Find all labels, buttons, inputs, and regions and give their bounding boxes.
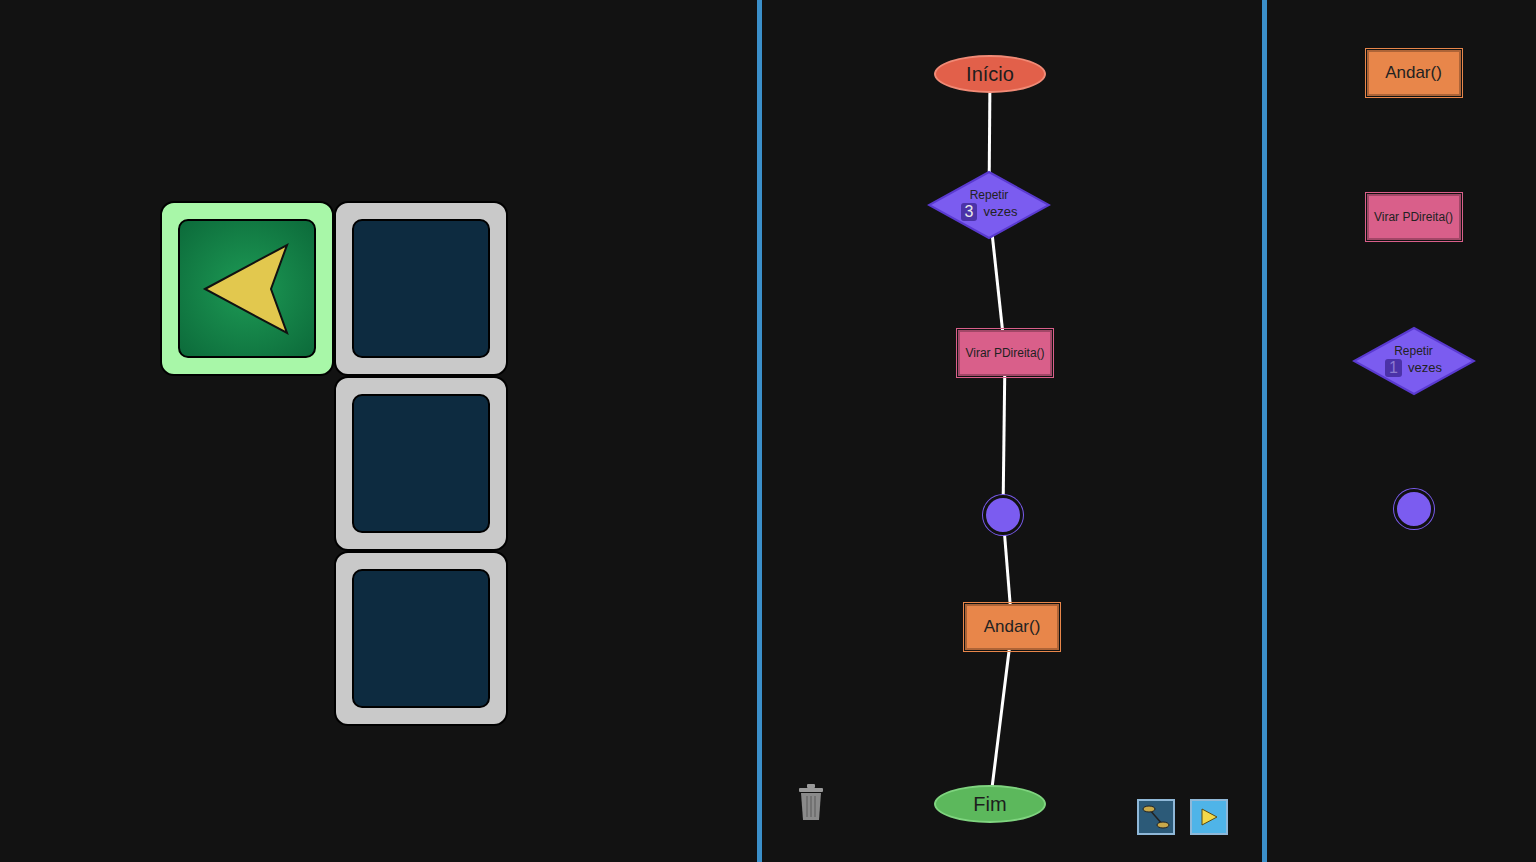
repeat-unit: vezes: [1408, 360, 1442, 375]
action-block[interactable]: Virar PDireita(): [1367, 194, 1461, 240]
repeat-label: Repetir: [970, 189, 1009, 202]
end-node: Fim: [934, 785, 1046, 823]
action-block[interactable]: Andar(): [965, 604, 1059, 650]
flowchart-icon: [1141, 802, 1171, 832]
view-toggle-button[interactable]: [1137, 799, 1175, 835]
trash-icon[interactable]: [796, 782, 826, 822]
path-tile: [334, 551, 508, 726]
repeat-count[interactable]: 3: [961, 203, 978, 221]
flowchart-canvas: Início Repetir3 vezes Virar PDireita() Andar…: [762, 0, 1262, 862]
app: InícioRepetir3vezesVirar PDireita()Andar…: [0, 0, 1536, 862]
divider: [757, 0, 762, 862]
repeat-label: Repetir: [1394, 345, 1433, 358]
join-node[interactable]: [1394, 489, 1434, 529]
action-block[interactable]: Virar PDireita(): [958, 330, 1052, 376]
repeat-unit: vezes: [983, 204, 1017, 219]
path-tile: [334, 201, 508, 376]
path-tile: [334, 376, 508, 551]
block-palette: Andar() Virar PDireita() Repetir1 vezes: [1267, 0, 1536, 862]
play-icon: [1198, 806, 1220, 828]
game-board: [0, 0, 757, 862]
repeat-block[interactable]: Repetir3 vezes: [927, 170, 1051, 240]
connector-lines: [762, 0, 1262, 862]
play-button[interactable]: [1190, 799, 1228, 835]
tile-grid: [160, 201, 757, 726]
repeat-count[interactable]: 1: [1385, 359, 1402, 377]
start-tile: [160, 201, 334, 376]
divider: [1262, 0, 1267, 862]
repeat-block[interactable]: Repetir1 vezes: [1352, 326, 1476, 396]
join-node[interactable]: [983, 495, 1023, 535]
action-block[interactable]: Andar(): [1367, 50, 1461, 96]
robot-arrow-icon: [197, 239, 297, 339]
start-node: Início: [934, 55, 1046, 93]
